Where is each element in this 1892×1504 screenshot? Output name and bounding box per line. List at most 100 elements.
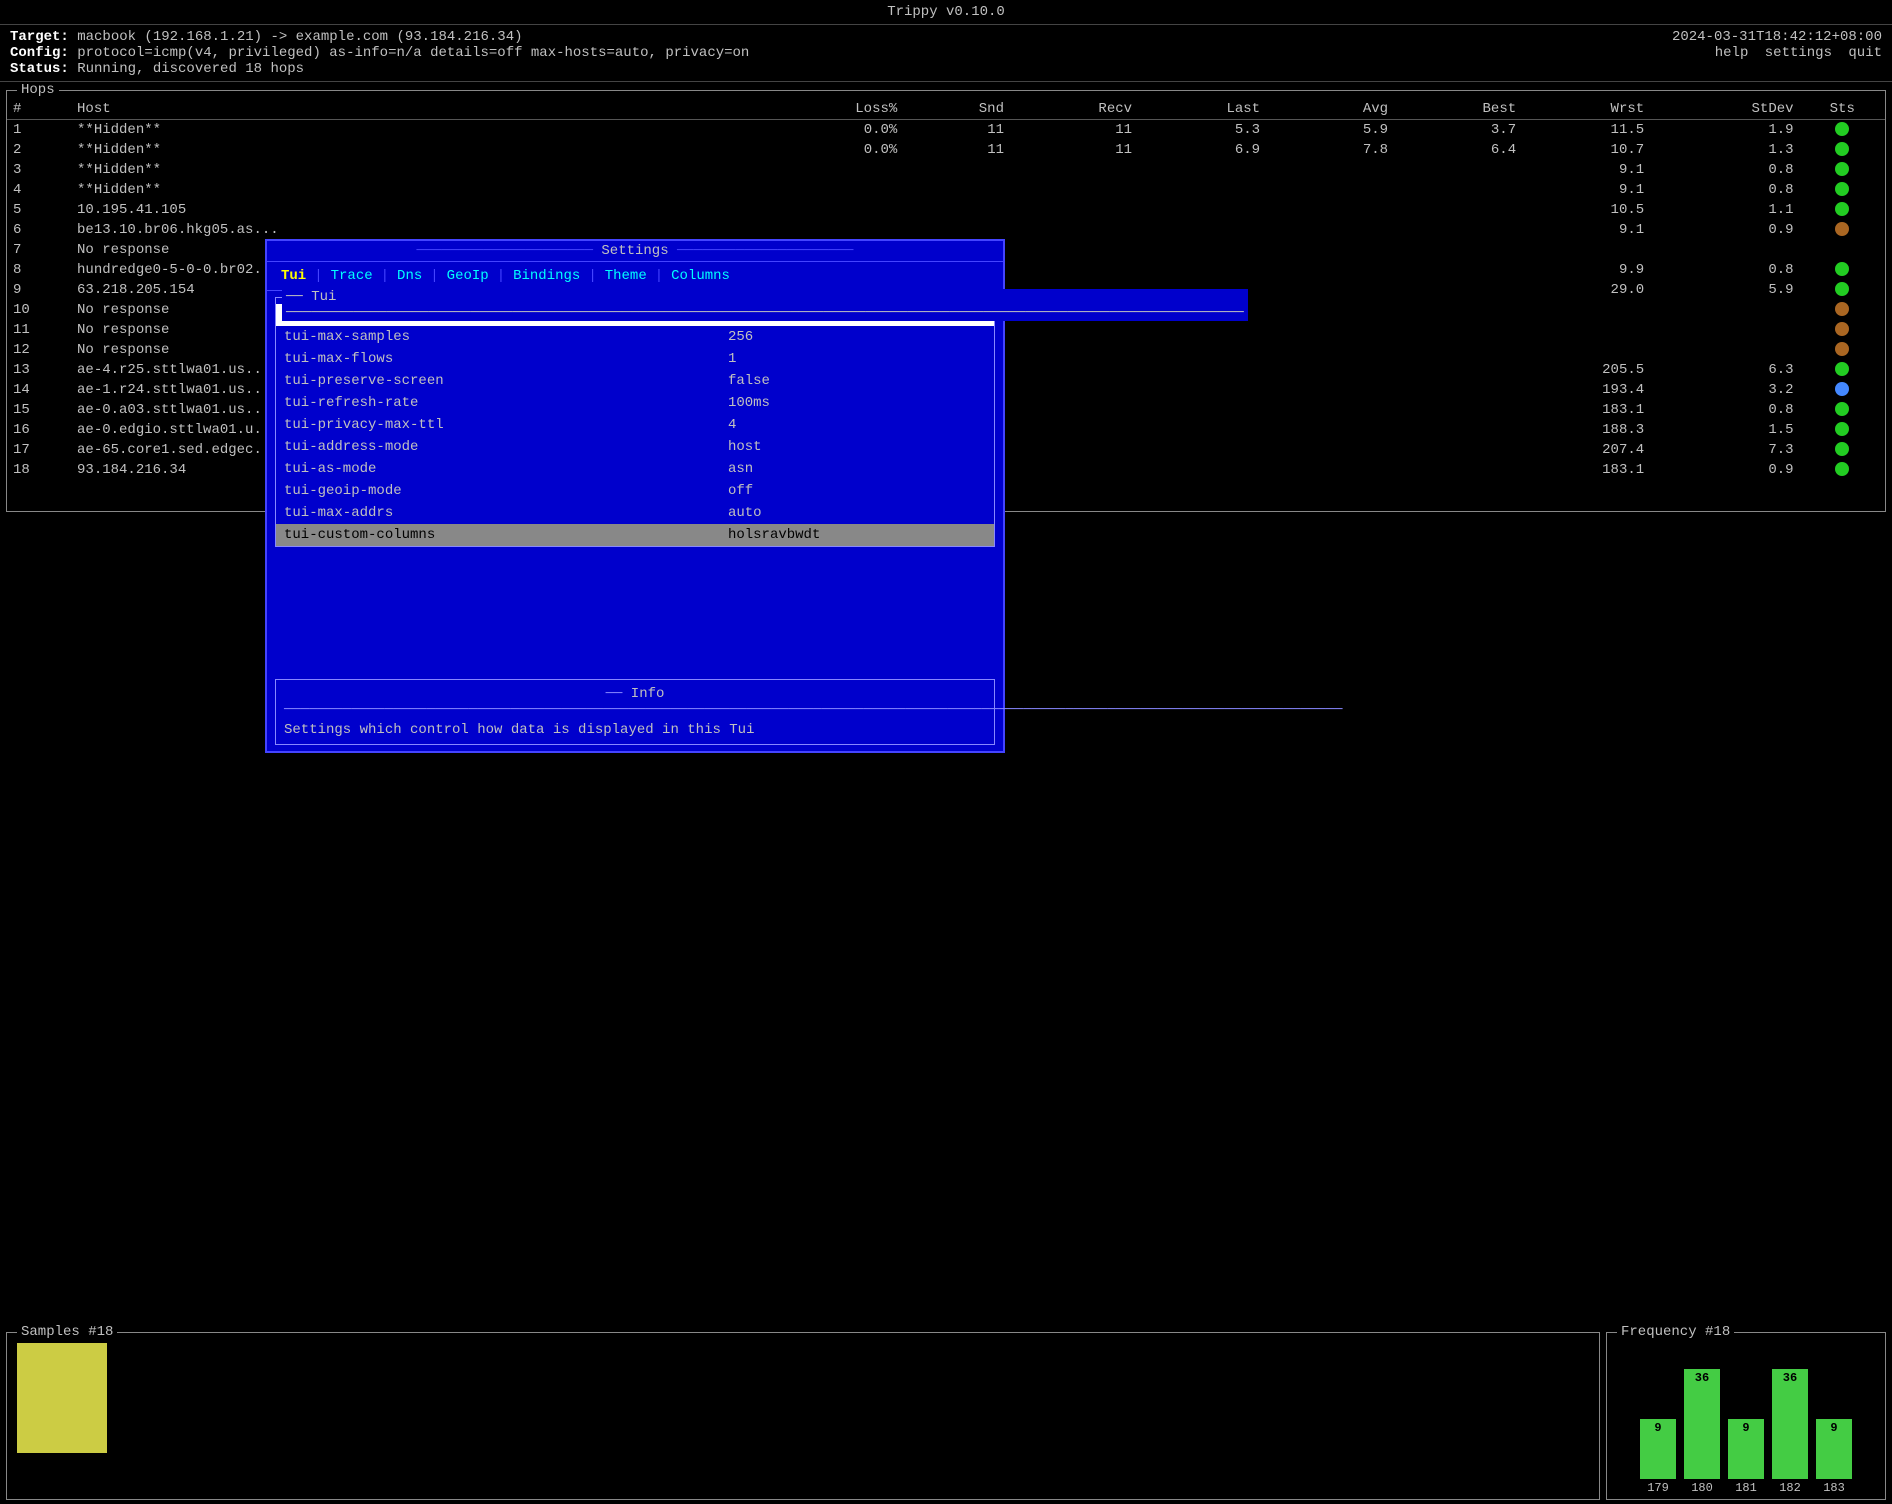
settings-row[interactable]: tui-preserve-screenfalse bbox=[276, 370, 994, 392]
settings-table: Setting Value tui-max-samples256tui-max-… bbox=[276, 304, 994, 546]
settings-row[interactable]: tui-privacy-max-ttl4 bbox=[276, 414, 994, 436]
row-last bbox=[1138, 400, 1266, 420]
row-recv bbox=[1010, 380, 1138, 400]
row-last bbox=[1138, 360, 1266, 380]
row-host: **Hidden** bbox=[71, 160, 754, 180]
setting-name: tui-custom-columns bbox=[276, 524, 720, 546]
settings-link[interactable]: settings bbox=[1765, 45, 1832, 61]
col-header-last: Last bbox=[1138, 99, 1266, 120]
status-dot-brown bbox=[1835, 222, 1849, 236]
status-dot-green bbox=[1835, 442, 1849, 456]
col-header-recv: Recv bbox=[1010, 99, 1138, 120]
row-best bbox=[1394, 340, 1522, 360]
row-num: 10 bbox=[7, 300, 71, 320]
freq-bar: 9 bbox=[1816, 1419, 1852, 1479]
row-num: 6 bbox=[7, 220, 71, 240]
row-loss: 0.0% bbox=[754, 140, 903, 160]
row-best bbox=[1394, 400, 1522, 420]
status-dot-brown bbox=[1835, 342, 1849, 356]
row-sts bbox=[1800, 440, 1885, 460]
row-stdev: 1.3 bbox=[1650, 140, 1799, 160]
row-recv bbox=[1010, 340, 1138, 360]
row-best bbox=[1394, 440, 1522, 460]
status-dot-green bbox=[1835, 282, 1849, 296]
row-last: 6.9 bbox=[1138, 140, 1266, 160]
row-host: **Hidden** bbox=[71, 120, 754, 141]
tab-geoip[interactable]: GeoIp bbox=[443, 266, 493, 286]
row-sts bbox=[1800, 380, 1885, 400]
settings-row[interactable]: tui-max-addrsauto bbox=[276, 502, 994, 524]
status-dot-brown bbox=[1835, 302, 1849, 316]
info-section: ── Info ────────────────────────────────… bbox=[275, 679, 995, 745]
setting-value: 256 bbox=[720, 326, 994, 348]
settings-tabs[interactable]: Tui | Trace | Dns | GeoIp | Bindings | T… bbox=[267, 262, 1003, 291]
row-stdev: 6.3 bbox=[1650, 360, 1799, 380]
tab-trace[interactable]: Trace bbox=[327, 266, 377, 286]
tab-tui[interactable]: Tui bbox=[277, 266, 310, 286]
row-recv bbox=[1010, 360, 1138, 380]
status-value: Running, discovered 18 hops bbox=[77, 61, 304, 77]
target-label: Target: bbox=[10, 29, 69, 45]
row-stdev: 1.9 bbox=[1650, 120, 1799, 141]
settings-row[interactable]: tui-address-modehost bbox=[276, 436, 994, 458]
setting-name: tui-refresh-rate bbox=[276, 392, 720, 414]
settings-row[interactable]: tui-refresh-rate100ms bbox=[276, 392, 994, 414]
settings-empty-space bbox=[267, 553, 1003, 673]
tab-columns[interactable]: Columns bbox=[667, 266, 734, 286]
setting-value: false bbox=[720, 370, 994, 392]
row-last bbox=[1138, 460, 1266, 480]
config-line: Config: protocol=icmp(v4, privileged) as… bbox=[10, 45, 749, 61]
status-dot-green bbox=[1835, 402, 1849, 416]
row-last bbox=[1138, 380, 1266, 400]
help-link[interactable]: help bbox=[1715, 45, 1749, 61]
tab-bindings[interactable]: Bindings bbox=[509, 266, 584, 286]
settings-row[interactable]: tui-max-samples256 bbox=[276, 326, 994, 348]
quit-link[interactable]: quit bbox=[1848, 45, 1882, 61]
row-wrst: 183.1 bbox=[1522, 460, 1650, 480]
col-header-snd: Snd bbox=[903, 99, 1010, 120]
row-loss bbox=[754, 180, 903, 200]
config-value: protocol=icmp(v4, privileged) as-info=n/… bbox=[77, 45, 749, 61]
row-wrst: 29.0 bbox=[1522, 280, 1650, 300]
table-row: 3 **Hidden** 9.1 0.8 bbox=[7, 160, 1885, 180]
row-stdev bbox=[1650, 240, 1799, 260]
row-last: 5.3 bbox=[1138, 120, 1266, 141]
tab-theme[interactable]: Theme bbox=[601, 266, 651, 286]
status-line: Status: Running, discovered 18 hops bbox=[10, 61, 749, 77]
row-recv bbox=[1010, 400, 1138, 420]
status-dot-green bbox=[1835, 362, 1849, 376]
app-title-bar: Trippy v0.10.0 bbox=[0, 0, 1892, 25]
settings-row[interactable]: tui-custom-columnsholsravbwdt bbox=[276, 524, 994, 546]
row-recv bbox=[1010, 200, 1138, 220]
row-stdev bbox=[1650, 320, 1799, 340]
target-value: macbook (192.168.1.21) -> example.com (9… bbox=[77, 29, 522, 45]
row-recv: 11 bbox=[1010, 140, 1138, 160]
settings-row[interactable]: tui-as-modeasn bbox=[276, 458, 994, 480]
row-best bbox=[1394, 420, 1522, 440]
freq-bar-label: 182 bbox=[1779, 1481, 1801, 1495]
row-num: 12 bbox=[7, 340, 71, 360]
row-sts bbox=[1800, 280, 1885, 300]
setting-name: tui-max-samples bbox=[276, 326, 720, 348]
row-last bbox=[1138, 260, 1266, 280]
row-sts bbox=[1800, 220, 1885, 240]
settings-row[interactable]: tui-geoip-modeoff bbox=[276, 480, 994, 502]
row-loss bbox=[754, 200, 903, 220]
settings-row[interactable]: tui-max-flows1 bbox=[276, 348, 994, 370]
row-best bbox=[1394, 220, 1522, 240]
row-sts bbox=[1800, 360, 1885, 380]
row-num: 13 bbox=[7, 360, 71, 380]
row-stdev: 0.9 bbox=[1650, 460, 1799, 480]
row-host: be13.10.br06.hkg05.as... bbox=[71, 220, 754, 240]
row-avg bbox=[1266, 360, 1394, 380]
row-num: 14 bbox=[7, 380, 71, 400]
row-num: 8 bbox=[7, 260, 71, 280]
status-dot-green bbox=[1835, 262, 1849, 276]
row-last bbox=[1138, 340, 1266, 360]
row-sts bbox=[1800, 120, 1885, 141]
header-info: Target: macbook (192.168.1.21) -> exampl… bbox=[10, 29, 749, 77]
tab-dns[interactable]: Dns bbox=[393, 266, 426, 286]
row-avg bbox=[1266, 340, 1394, 360]
hops-content: # Host Loss% Snd Recv Last Avg Best Wrst… bbox=[7, 91, 1885, 511]
col-header-wrst: Wrst bbox=[1522, 99, 1650, 120]
